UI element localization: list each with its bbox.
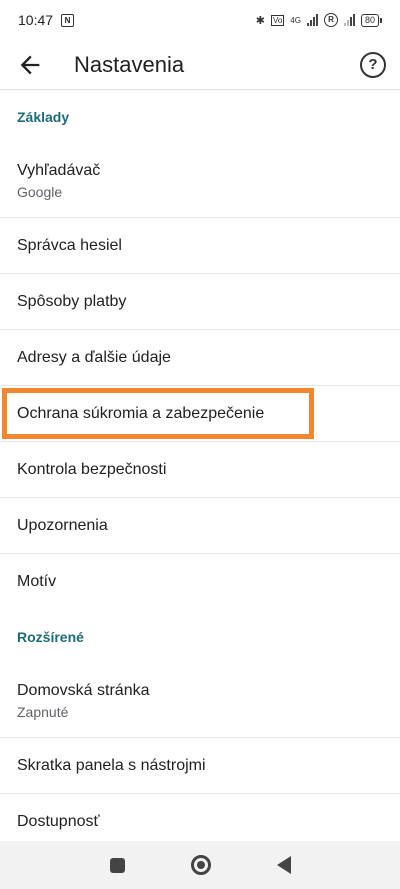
setting-addresses[interactable]: Adresy a ďalšie údaje [0, 330, 400, 386]
nfc-icon: N [61, 13, 75, 27]
volte-icon: Vo [270, 14, 285, 26]
setting-password-manager[interactable]: Správca hesiel [0, 218, 400, 274]
setting-label: Správca hesiel [17, 236, 122, 254]
status-bar-left: 10:47 N [18, 12, 75, 28]
setting-safety-check[interactable]: Kontrola bezpečnosti [0, 442, 400, 498]
recents-button[interactable] [109, 857, 125, 873]
setting-label: Upozornenia [17, 516, 108, 534]
setting-label: Spôsoby platby [17, 292, 127, 310]
signal-icon [306, 14, 318, 26]
setting-homepage[interactable]: Domovská stránka Zapnuté [0, 664, 400, 738]
setting-label: Adresy a ďalšie údaje [17, 348, 171, 366]
setting-privacy-security[interactable]: Ochrana súkromia a zabezpečenie [0, 386, 400, 442]
status-time: 10:47 [18, 12, 54, 28]
arrow-back-icon[interactable] [16, 51, 44, 79]
setting-label: Vyhľadávač [17, 161, 101, 179]
home-button[interactable] [190, 855, 211, 875]
network-type: 4G [290, 15, 301, 25]
setting-label: Ochrana súkromia a zabezpečenie [17, 404, 265, 422]
battery-tip [380, 17, 382, 23]
app-bar: Nastavenia ? [0, 40, 400, 90]
section-header-basics: Základy [17, 109, 70, 125]
setting-label: Skratka panela s nástrojmi [17, 756, 206, 774]
setting-label: Kontrola bezpečnosti [17, 460, 167, 478]
battery-icon: 80 [360, 13, 382, 27]
setting-theme[interactable]: Motív [0, 554, 400, 610]
setting-label: Motív [17, 573, 57, 590]
setting-summary: Zapnuté [17, 703, 69, 720]
signal-icon-2 [343, 14, 355, 26]
system-nav-bar [0, 841, 400, 889]
settings-list: Základy Vyhľadávač Google Správca hesiel… [0, 90, 400, 850]
setting-notifications[interactable]: Upozornenia [0, 498, 400, 554]
help-circle-icon[interactable]: ? [360, 51, 386, 78]
setting-toolbar-shortcut[interactable]: Skratka panela s nástrojmi [0, 738, 400, 794]
bluetooth-icon: ✱ [255, 14, 265, 27]
setting-summary: Google [17, 183, 63, 200]
battery-level: 80 [360, 13, 379, 27]
status-bar-right: ✱ Vo 4G R 80 [256, 13, 382, 27]
page-title: Nastavenia [74, 51, 185, 77]
home-dot [196, 861, 205, 869]
setting-payment-methods[interactable]: Spôsoby platby [0, 274, 400, 330]
roaming-icon: R [323, 13, 338, 27]
setting-label: Dostupnosť [17, 813, 100, 830]
status-bar: 10:47 N ✱ Vo 4G R 80 [0, 0, 400, 40]
back-button[interactable] [276, 856, 291, 874]
setting-label: Domovská stránka [17, 681, 150, 699]
setting-search-engine[interactable]: Vyhľadávač Google [0, 144, 400, 218]
section-header-advanced: Rozšírené [17, 629, 84, 645]
